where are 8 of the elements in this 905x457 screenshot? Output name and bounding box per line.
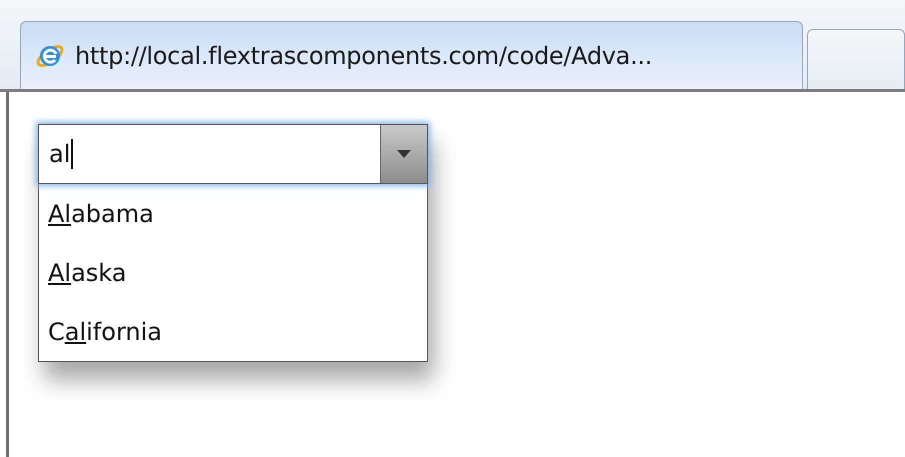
- combo-box[interactable]: al: [38, 124, 428, 184]
- list-option[interactable]: Alaska: [39, 243, 427, 302]
- browser-tab[interactable]: [806, 29, 905, 89]
- browser-tab[interactable]: http://local.flextrascomponents.com/code/Adva...: [20, 21, 803, 89]
- caret-icon: [397, 150, 411, 158]
- dropdown-button[interactable]: [380, 125, 427, 183]
- list-option[interactable]: Alabama: [39, 184, 427, 243]
- list-option[interactable]: California: [39, 302, 427, 361]
